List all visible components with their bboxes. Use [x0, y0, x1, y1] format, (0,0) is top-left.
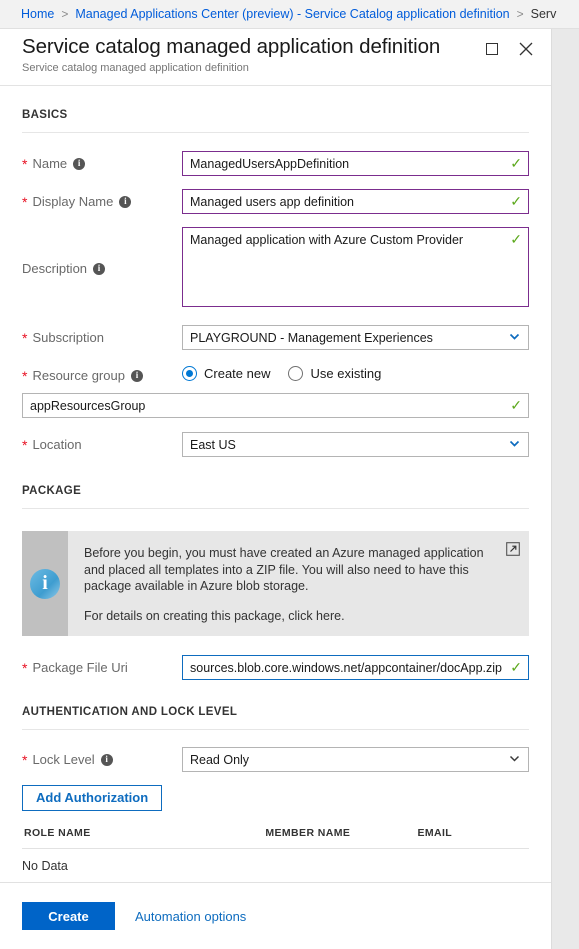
breadcrumb-separator-1: > — [61, 7, 69, 21]
required-marker: * — [22, 659, 28, 676]
section-divider-package — [22, 508, 529, 509]
package-info-banner: i Before you begin, you must have create… — [22, 531, 529, 636]
info-icon: i — [22, 531, 68, 636]
add-authorization-button[interactable]: Add Authorization — [22, 785, 163, 811]
display-name-input[interactable] — [182, 189, 529, 214]
field-label-subscription: * Subscription — [22, 325, 182, 345]
location-select[interactable]: East US — [182, 432, 529, 457]
info-icon[interactable]: i — [100, 753, 113, 766]
breadcrumb-item-current: Serv — [530, 7, 557, 21]
info-icon[interactable]: i — [93, 262, 106, 275]
radio-use-existing-indicator — [288, 366, 304, 381]
package-info-paragraph-1: Before you begin, you must have created … — [84, 546, 484, 593]
field-lock-level: * Lock Level i Read Only — [22, 747, 529, 772]
radio-create-new-label: Create new — [204, 366, 271, 381]
breadcrumb-separator-2: > — [516, 7, 524, 21]
field-subscription: * Subscription PLAYGROUND - Management E… — [22, 325, 529, 350]
breadcrumb-item-home[interactable]: Home — [21, 7, 54, 21]
name-input[interactable] — [182, 151, 529, 176]
required-marker: * — [22, 193, 28, 210]
maximize-icon[interactable] — [480, 37, 504, 61]
resource-group-name-input[interactable] — [22, 393, 529, 418]
package-file-uri-input[interactable] — [182, 655, 529, 680]
required-marker: * — [22, 367, 28, 384]
required-marker: * — [22, 329, 28, 346]
blade-panel: Service catalog managed application defi… — [0, 29, 552, 949]
field-label-lock-level: * Lock Level i — [22, 747, 182, 767]
breadcrumb: Home > Managed Applications Center (prev… — [0, 0, 579, 29]
field-label-resource-group: * Resource group i — [22, 363, 182, 383]
authorization-table: ROLE NAME MEMBER NAME EMAIL No Data — [22, 827, 529, 884]
resource-group-mode-radios: Create new Use existing — [182, 363, 529, 381]
field-label-description-text: Description — [22, 261, 88, 276]
field-name: * Name i ✓ — [22, 151, 529, 176]
field-label-lock-level-text: Lock Level — [32, 752, 95, 767]
radio-create-new-indicator — [182, 366, 197, 381]
page-subtitle: Service catalog managed application defi… — [22, 62, 249, 74]
blade-footer: Create Automation options — [0, 882, 551, 949]
info-icon[interactable]: i — [130, 369, 143, 382]
blade-header: Service catalog managed application defi… — [0, 29, 551, 86]
radio-use-existing[interactable]: Use existing — [288, 366, 381, 381]
required-marker: * — [22, 436, 28, 453]
radio-use-existing-label: Use existing — [310, 366, 382, 381]
field-display-name: * Display Name i ✓ — [22, 189, 529, 214]
field-description: Description i Managed application with A… — [22, 227, 529, 312]
table-header-row: ROLE NAME MEMBER NAME EMAIL — [22, 827, 529, 849]
breadcrumb-item-managed-applications-center[interactable]: Managed Applications Center (preview) - … — [75, 7, 509, 21]
package-info-text: Before you begin, you must have created … — [68, 531, 529, 636]
field-location: * Location East US — [22, 432, 529, 457]
field-label-location: * Location — [22, 432, 182, 452]
page-title: Service catalog managed application defi… — [22, 35, 441, 58]
field-label-display-name-text: Display Name — [32, 194, 114, 209]
section-divider-authentication — [22, 729, 529, 730]
section-divider-basics — [22, 132, 529, 133]
field-resource-group-name: ✓ — [22, 393, 529, 418]
required-marker: * — [22, 751, 28, 768]
field-label-display-name: * Display Name i — [22, 189, 182, 209]
field-package-file-uri: * Package File Uri ✓ — [22, 655, 529, 680]
lock-level-select[interactable]: Read Only — [182, 747, 529, 772]
info-icon[interactable]: i — [119, 195, 132, 208]
field-label-location-text: Location — [32, 437, 82, 452]
form-body: BASICS * Name i ✓ * Display Nam — [0, 109, 551, 884]
subscription-select[interactable]: PLAYGROUND - Management Experiences — [182, 325, 529, 350]
field-label-description: Description i — [22, 227, 182, 276]
external-link-icon[interactable] — [506, 542, 520, 556]
field-label-subscription-text: Subscription — [32, 330, 104, 345]
automation-options-link[interactable]: Automation options — [135, 909, 246, 924]
section-title-basics: BASICS — [22, 109, 68, 121]
column-header-member-name: MEMBER NAME — [265, 827, 418, 849]
radio-create-new[interactable]: Create new — [182, 366, 270, 381]
field-label-package-file-uri-text: Package File Uri — [32, 660, 128, 675]
required-marker: * — [22, 155, 28, 172]
table-empty-text: No Data — [22, 848, 529, 884]
description-textarea[interactable]: Managed application with Azure Custom Pr… — [182, 227, 529, 307]
table-row-empty: No Data — [22, 848, 529, 884]
info-icon[interactable]: i — [73, 157, 86, 170]
header-divider — [0, 85, 551, 86]
create-button[interactable]: Create — [22, 902, 115, 930]
field-resource-group: * Resource group i Create new Use existi… — [22, 363, 529, 383]
close-icon[interactable] — [514, 37, 538, 61]
field-label-name-text: Name — [32, 156, 68, 171]
field-label-package-file-uri: * Package File Uri — [22, 655, 182, 675]
column-header-role-name: ROLE NAME — [22, 827, 266, 849]
azure-portal-page: Home > Managed Applications Center (prev… — [0, 0, 579, 949]
section-title-package: PACKAGE — [22, 485, 82, 497]
column-header-email: EMAIL — [417, 827, 529, 849]
field-label-name: * Name i — [22, 151, 182, 171]
section-title-authentication: AUTHENTICATION AND LOCK LEVEL — [22, 706, 238, 718]
package-info-paragraph-2: For details on creating this package, cl… — [84, 608, 345, 623]
field-label-resource-group-text: Resource group — [32, 368, 125, 383]
